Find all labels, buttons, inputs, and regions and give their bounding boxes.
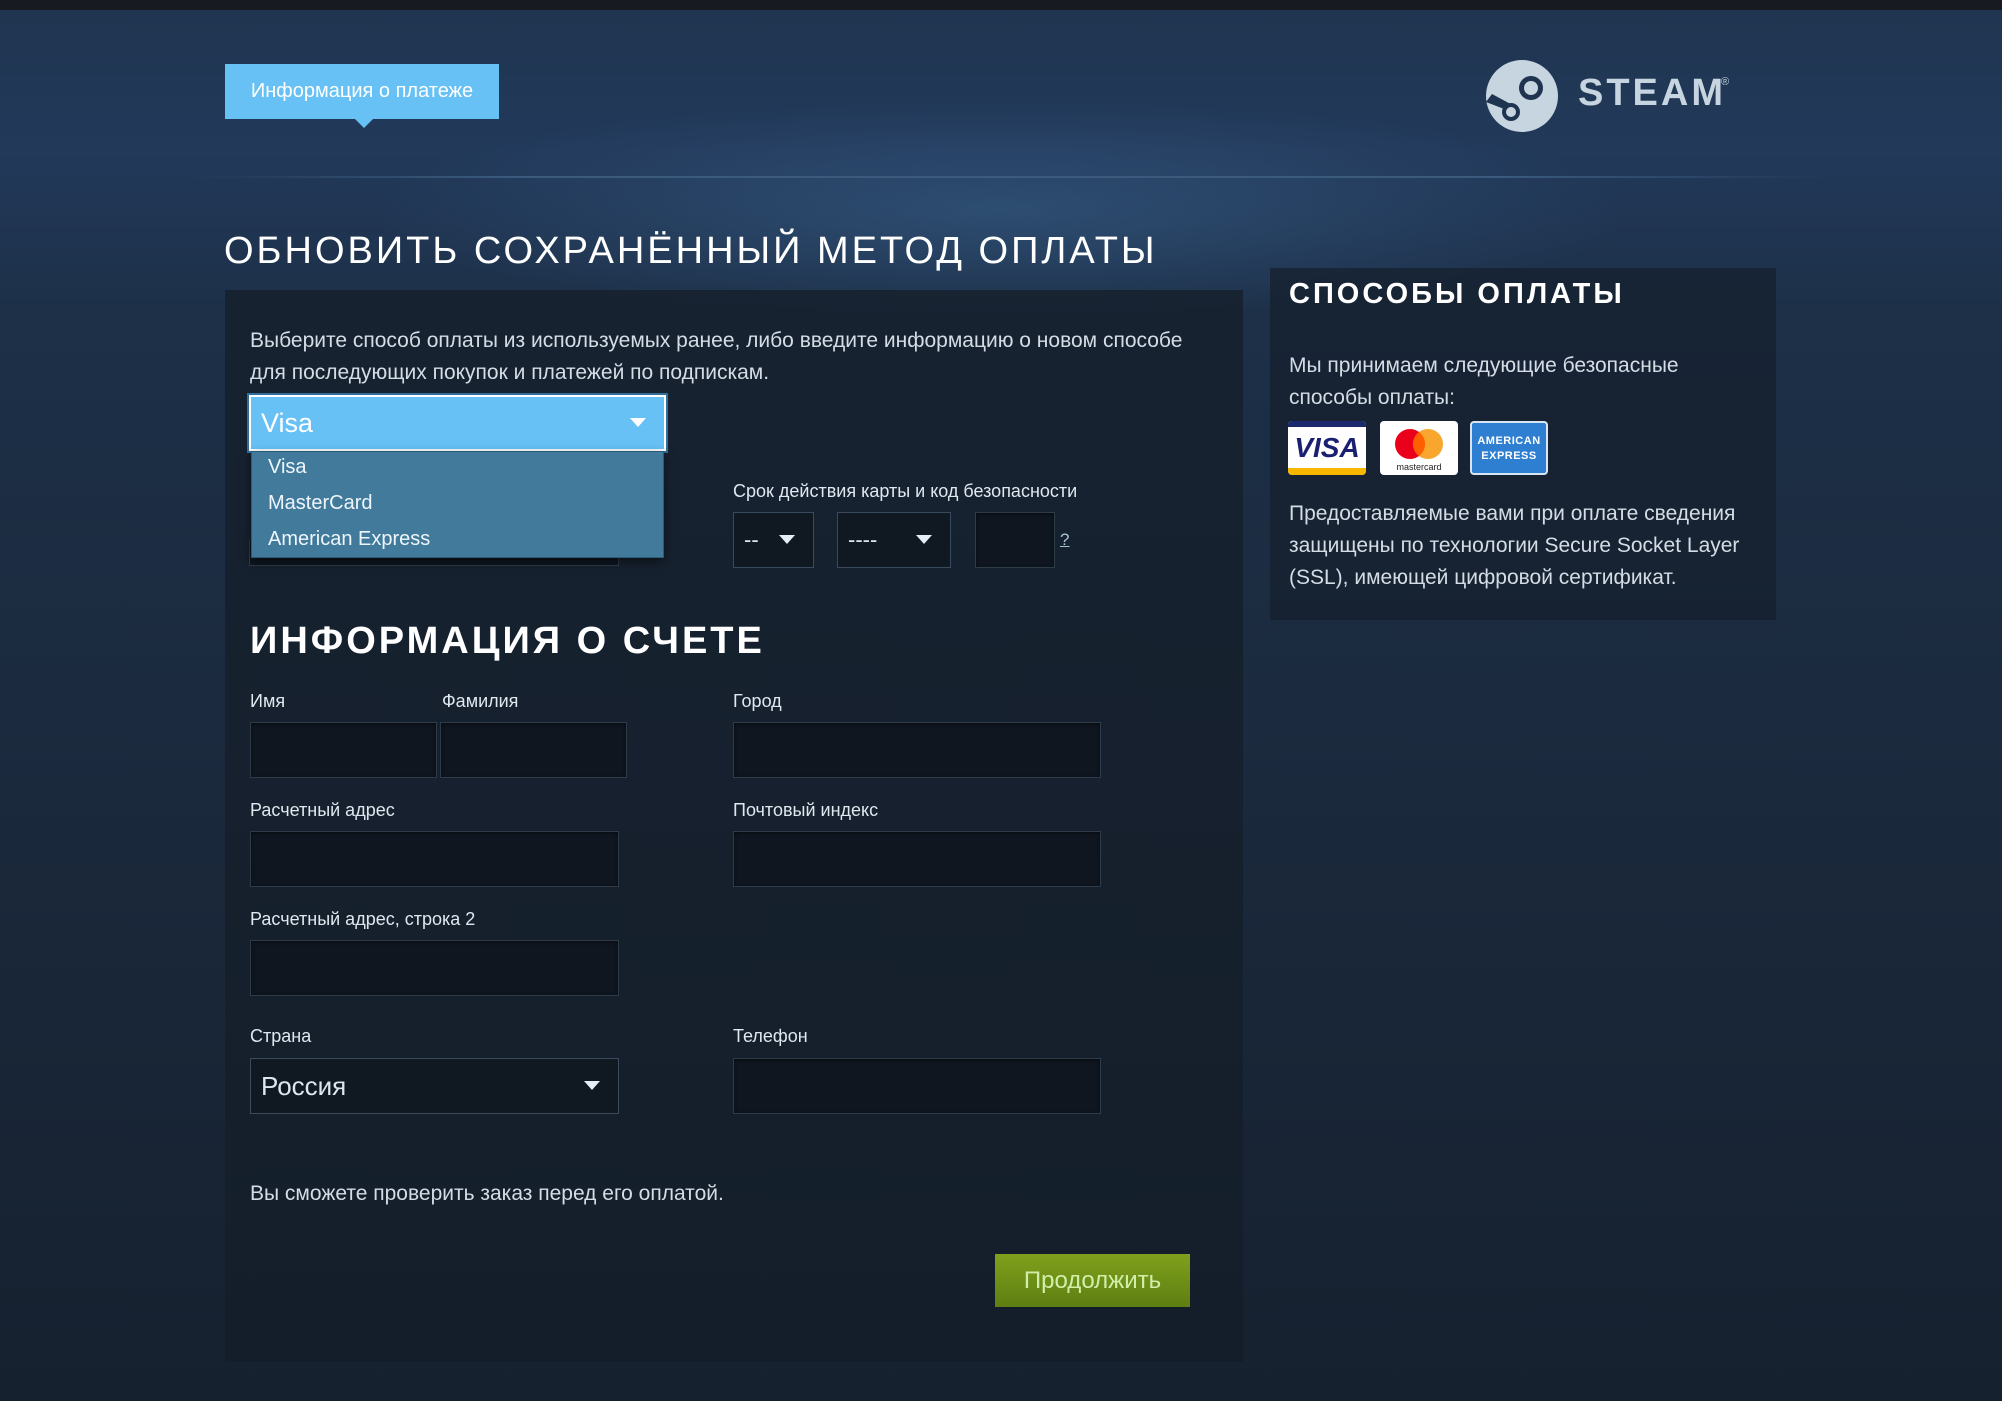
security-code-field[interactable]: [975, 512, 1055, 568]
payment-method-select[interactable]: Visa: [247, 393, 668, 453]
tab-pointer: [354, 118, 374, 128]
option-visa[interactable]: Visa: [268, 456, 307, 479]
visa-card-text: VISA: [1294, 432, 1360, 463]
last-name-label: Фамилия: [442, 691, 519, 711]
chevron-down-icon: [916, 535, 932, 544]
country-label: Страна: [250, 1026, 312, 1046]
postal-code-field[interactable]: [733, 831, 1101, 887]
billing-address-label: Расчетный адрес: [250, 800, 395, 820]
billing-address-2-label: Расчетный адрес, строка 2: [250, 909, 476, 929]
top-strip: [0, 0, 2002, 10]
payment-method-value: Visa: [261, 407, 314, 438]
visa-stripe-top: [1288, 421, 1366, 427]
continue-button[interactable]: Продолжить: [995, 1254, 1190, 1307]
country-select[interactable]: Россия: [250, 1058, 619, 1114]
page-title: ОБНОВИТЬ СОХРАНЁННЫЙ МЕТОД ОПЛАТЫ: [224, 230, 1158, 272]
billing-address-2-field[interactable]: [250, 940, 619, 996]
city-label: Город: [733, 691, 782, 711]
visa-card-icon: VISA: [1288, 421, 1366, 475]
security-code-help-link[interactable]: ?: [1060, 530, 1069, 550]
billing-address-field[interactable]: [250, 831, 619, 887]
review-note: Вы сможете проверить заказ перед его опл…: [250, 1182, 724, 1205]
header-divider: [190, 176, 1830, 178]
expiry-year-select[interactable]: ----: [837, 512, 951, 568]
visa-stripe-bottom: [1288, 468, 1366, 475]
country-value: Россия: [261, 1070, 347, 1101]
postal-code-label: Почтовый индекс: [733, 800, 879, 820]
payment-methods-title: СПОСОБЫ ОПЛАТЫ: [1289, 278, 1625, 310]
option-american-express[interactable]: American Express: [268, 528, 430, 551]
tab-payment-info[interactable]: Информация о платеже: [225, 64, 499, 119]
amex-card-text-line1: AMERICAN: [1477, 435, 1541, 447]
expiry-label: Срок действия карты и код безопасности: [733, 481, 1078, 501]
intro-text: Выберите способ оплаты из используемых р…: [250, 329, 1183, 384]
mastercard-card-icon: mastercard: [1380, 421, 1458, 475]
expiry-month-value: --: [744, 527, 759, 552]
chevron-down-icon: [630, 418, 646, 427]
amex-card-text-line2: EXPRESS: [1481, 450, 1537, 462]
steam-logo[interactable]: STEAM ®: [1484, 56, 1744, 136]
payment-method-dropdown: Visa MasterCard American Express: [251, 451, 664, 558]
expiry-month-select[interactable]: --: [733, 512, 814, 568]
phone-label: Телефон: [733, 1026, 808, 1046]
accepted-methods-text: Мы принимаем следующие безопасные способ…: [1289, 354, 1679, 409]
steam-wordmark: STEAM: [1578, 72, 1726, 114]
registered-mark: ®: [1721, 76, 1730, 88]
first-name-label: Имя: [250, 691, 286, 711]
mastercard-card-text: mastercard: [1396, 462, 1442, 472]
amex-card-icon: AMERICAN EXPRESS: [1470, 421, 1548, 475]
phone-field[interactable]: [733, 1058, 1101, 1114]
account-info-title: ИНФОРМАЦИЯ О СЧЕТЕ: [250, 620, 765, 662]
steam-logo-icon: [1486, 60, 1558, 132]
last-name-field[interactable]: [440, 722, 627, 778]
expiry-year-value: ----: [848, 527, 878, 552]
city-field[interactable]: [733, 722, 1101, 778]
first-name-field[interactable]: [250, 722, 437, 778]
chevron-down-icon: [584, 1081, 600, 1090]
tab-label: Информация о платеже: [250, 80, 474, 102]
chevron-down-icon: [779, 535, 795, 544]
ssl-info-text: Предоставляемые вами при оплате сведения…: [1289, 502, 1740, 589]
option-mastercard[interactable]: MasterCard: [268, 492, 372, 515]
